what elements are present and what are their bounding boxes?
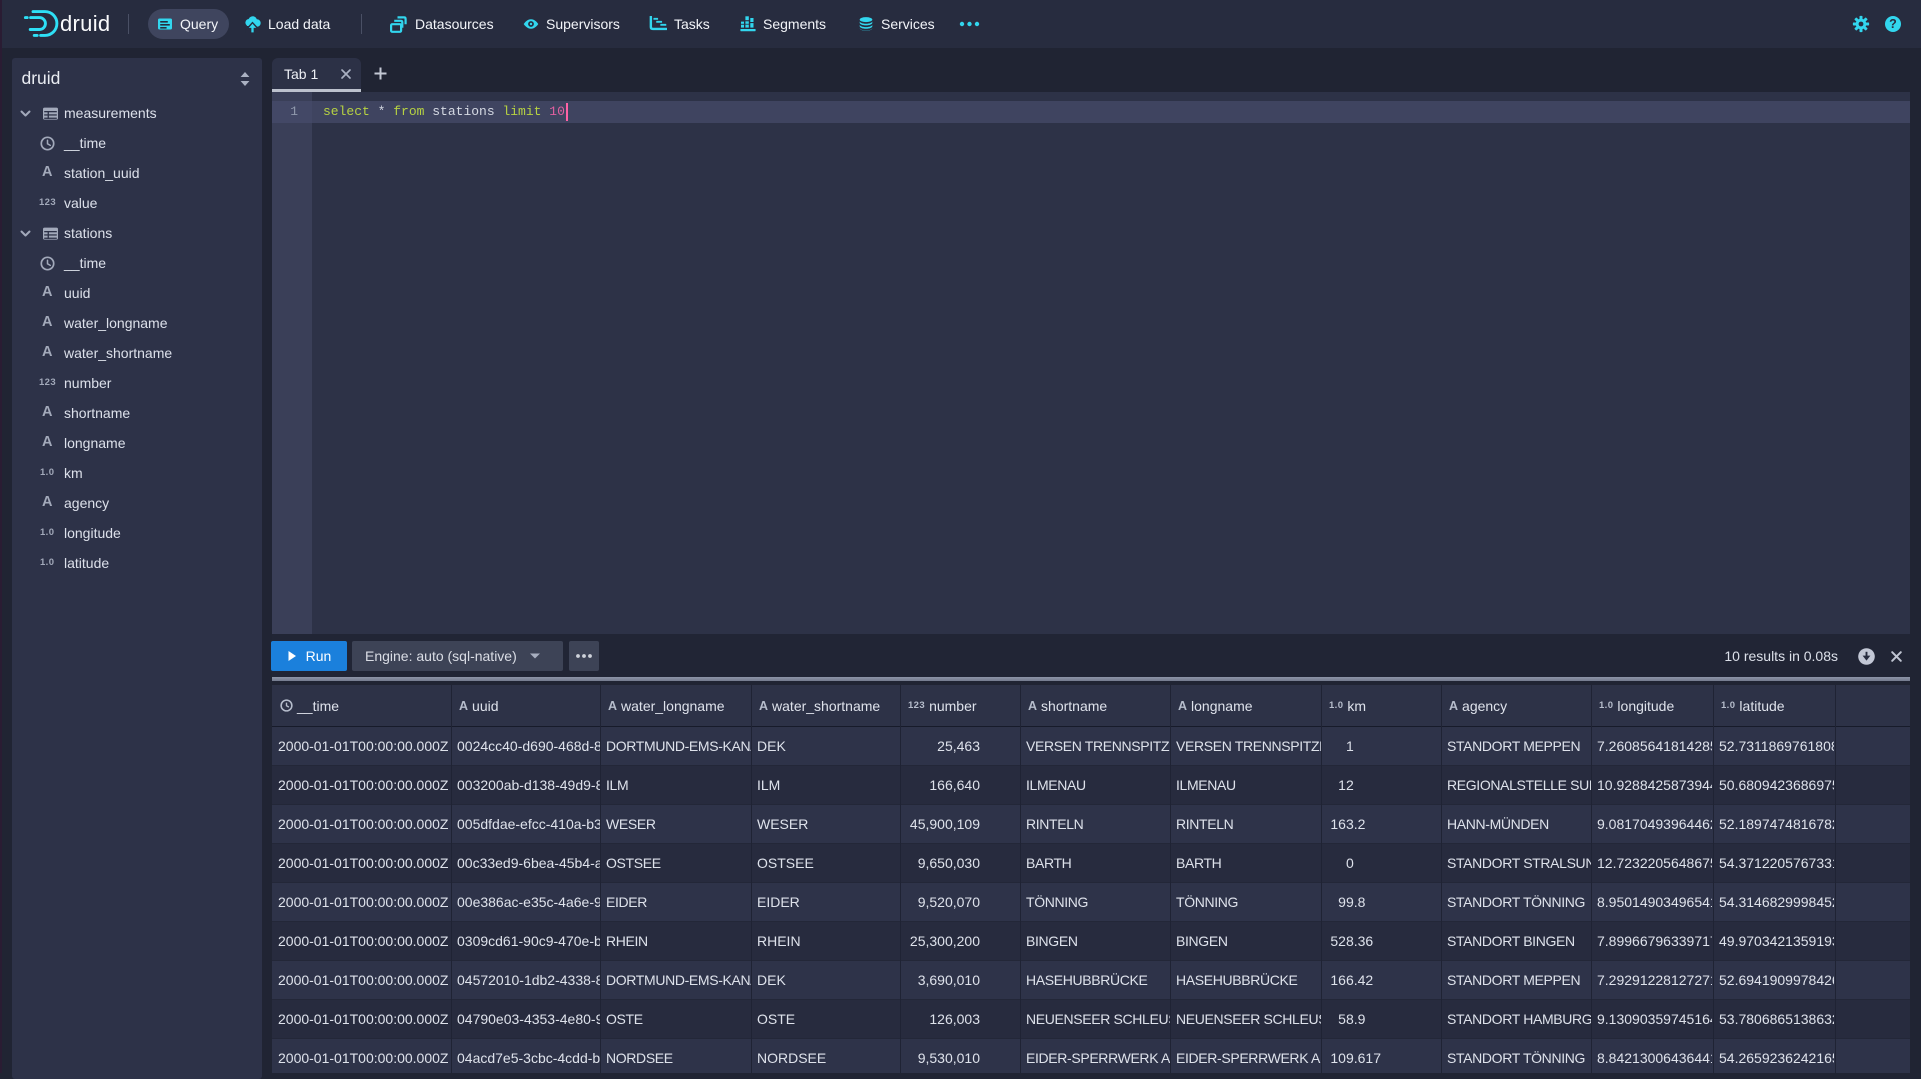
svg-text:?: ? [1889,17,1897,31]
